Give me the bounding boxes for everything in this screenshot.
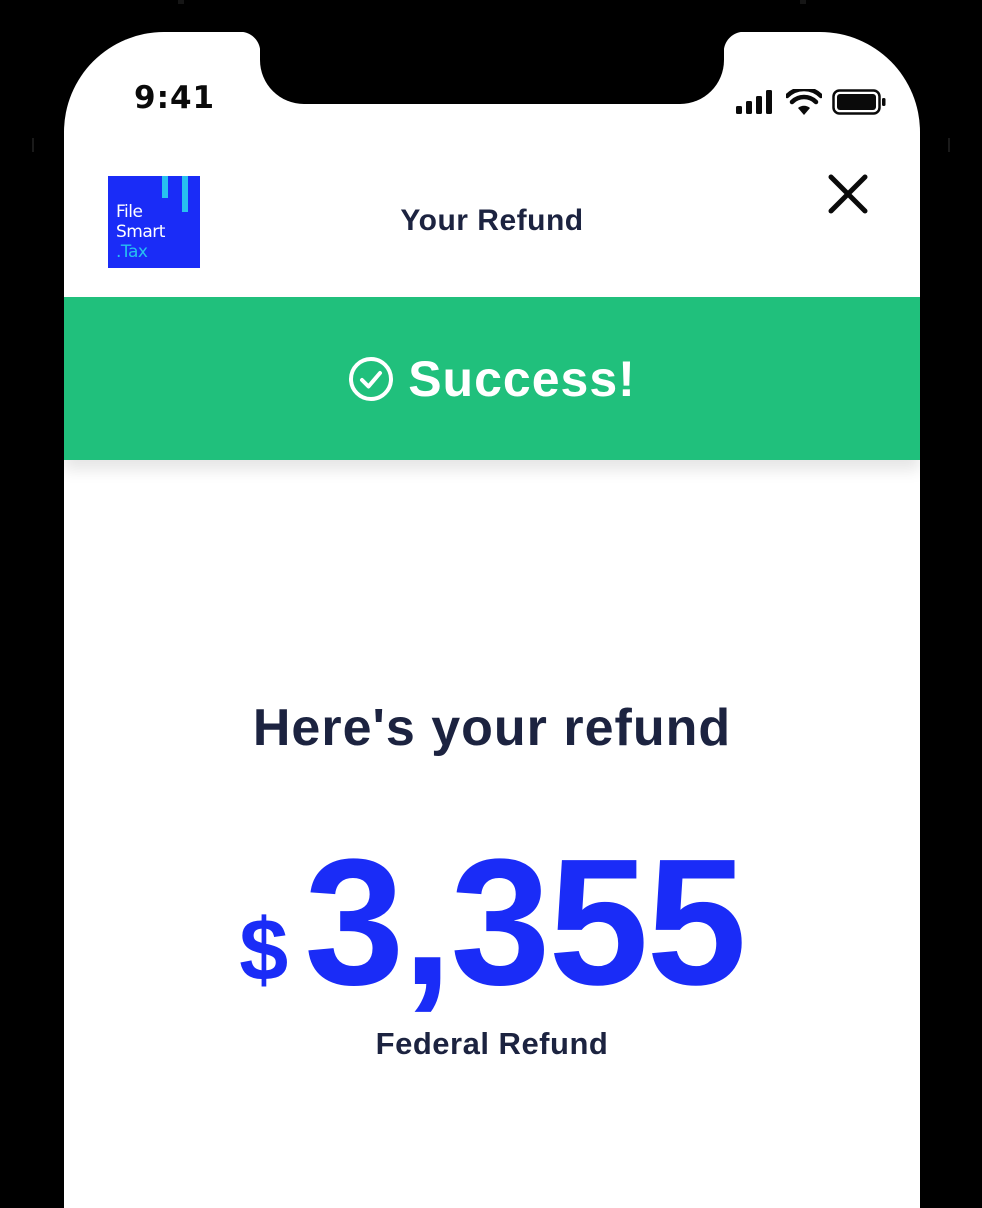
- wifi-icon: [786, 89, 822, 115]
- success-message: Success!: [408, 350, 636, 407]
- side-button-right: [948, 138, 950, 152]
- logo-line-tax: .Tax: [116, 242, 148, 262]
- success-banner: Success!: [64, 297, 920, 460]
- refund-heading: Here's your refund: [252, 699, 732, 757]
- check-circle-icon: [349, 356, 394, 401]
- status-icons: [736, 88, 886, 116]
- logo-bar-short: [162, 176, 168, 198]
- refund-type-label: Federal Refund: [375, 1026, 609, 1061]
- close-button[interactable]: [824, 170, 872, 218]
- phone-frame: 9:41 File Smart .Tax Your Refund Success…: [0, 0, 982, 1208]
- status-time: 9:41: [134, 80, 216, 116]
- close-icon[interactable]: [824, 170, 872, 218]
- currency-symbol: $: [239, 900, 289, 999]
- frame-detail-right: [800, 0, 806, 4]
- refund-value: 3,355: [304, 822, 746, 1023]
- side-button-left: [32, 138, 34, 152]
- app-header: File Smart .Tax Your Refund: [64, 176, 920, 296]
- battery-icon: [832, 89, 886, 115]
- phone-notch: [240, 32, 744, 104]
- signal-icon: [736, 90, 772, 114]
- phone-screen: 9:41 File Smart .Tax Your Refund Success…: [64, 32, 920, 1208]
- page-title: Your Refund: [400, 204, 584, 237]
- frame-detail-left: [178, 0, 184, 4]
- refund-amount: $ 3,355: [64, 822, 920, 1023]
